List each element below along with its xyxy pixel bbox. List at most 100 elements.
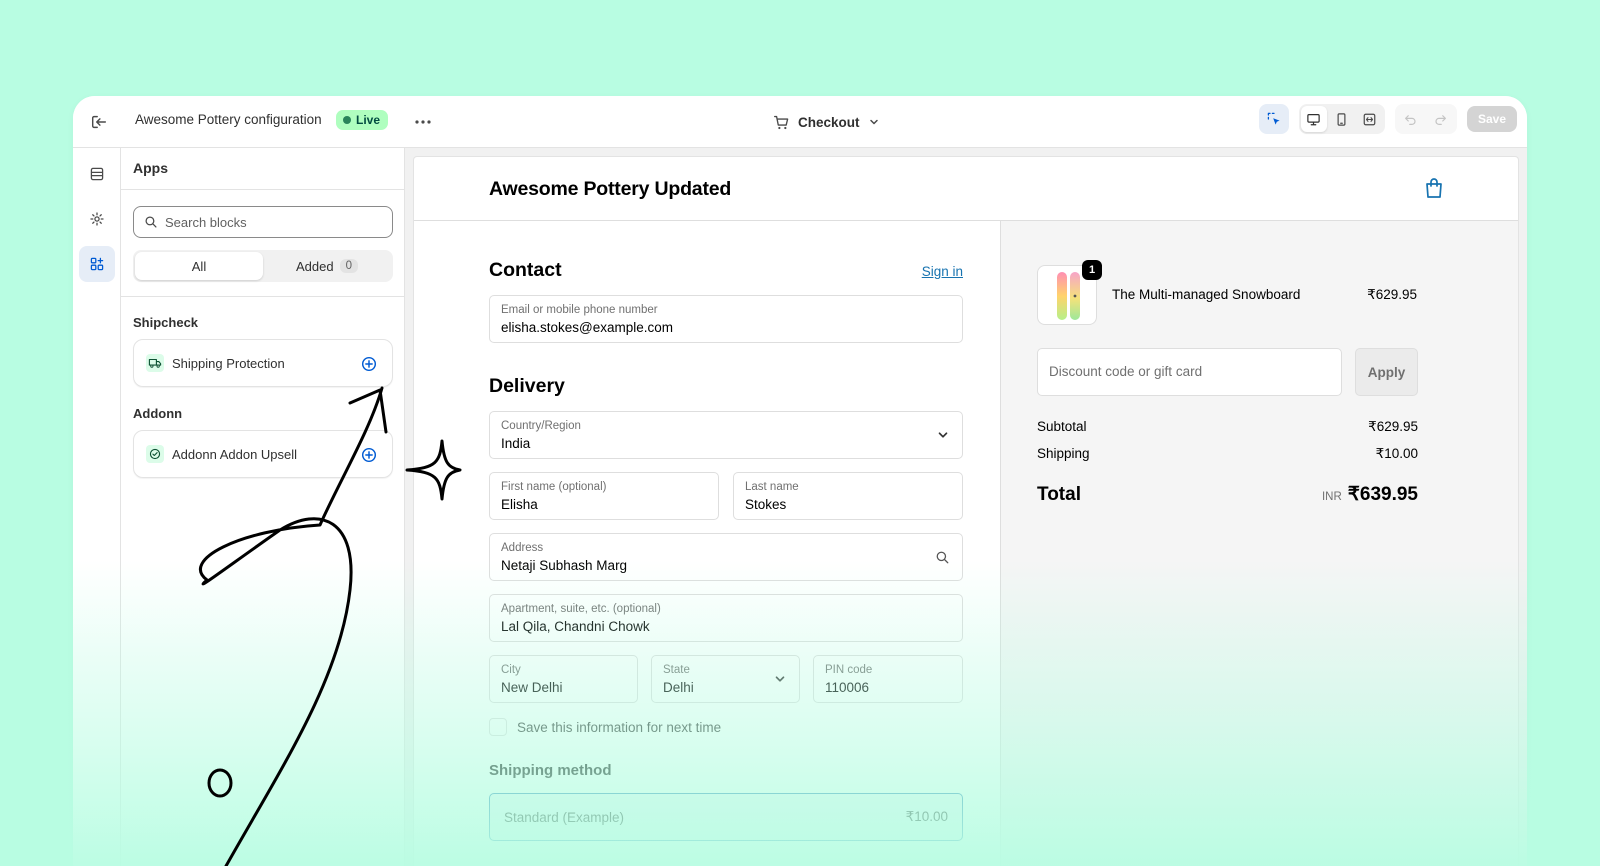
total-amount: ₹639.95 xyxy=(1347,484,1418,505)
state-select[interactable]: State Delhi xyxy=(651,655,800,703)
save-info-label: Save this information for next time xyxy=(517,719,722,735)
shipping-method-title: Shipping method xyxy=(489,762,612,779)
apply-button[interactable]: Apply xyxy=(1355,348,1418,396)
page-selector-label: Checkout xyxy=(798,114,860,130)
item-price: ₹629.95 xyxy=(1367,287,1417,302)
shipping-value: ₹10.00 xyxy=(1375,446,1418,461)
topbar-actions: Save xyxy=(1258,104,1517,134)
sections-icon[interactable] xyxy=(79,156,115,192)
item-name: The Multi-managed Snowboard xyxy=(1112,287,1301,302)
delivery-title: Delivery xyxy=(489,375,565,397)
sidebar-divider xyxy=(121,296,404,297)
apps-sidebar: Apps Search blocks All Added 0 Shipcheck… xyxy=(121,148,405,866)
first-name-field[interactable]: First name (optional) Elisha xyxy=(489,472,719,520)
added-count-badge: 0 xyxy=(339,259,358,273)
subtotal-value: ₹629.95 xyxy=(1368,419,1418,434)
cart-icon xyxy=(774,115,789,129)
search-icon xyxy=(145,216,157,228)
email-label: Email or mobile phone number xyxy=(501,304,658,316)
shop-name: Awesome Pottery Updated xyxy=(489,178,732,200)
save-info-row: Save this information for next time xyxy=(489,718,721,736)
address-label: Address xyxy=(501,542,544,554)
address-value: Netaji Subhash Marg xyxy=(501,558,628,573)
last-name-label: Last name xyxy=(745,481,799,493)
search-blocks-input[interactable]: Search blocks xyxy=(133,206,393,238)
search-icon xyxy=(936,551,949,564)
search-placeholder: Search blocks xyxy=(165,214,247,230)
country-select[interactable]: Country/Region India xyxy=(489,411,963,459)
tab-all[interactable]: All xyxy=(135,252,263,280)
total-label: Total xyxy=(1037,484,1081,505)
order-summary: 1 The Multi-managed Snowboard ₹629.95 Di… xyxy=(1000,221,1518,866)
pin-code-field[interactable]: PIN code 110006 xyxy=(813,655,963,703)
left-rail xyxy=(73,148,121,866)
city-field[interactable]: City New Delhi xyxy=(489,655,638,703)
currency-code: INR xyxy=(1321,491,1342,503)
city-value: New Delhi xyxy=(501,680,563,695)
email-field[interactable]: Email or mobile phone number elisha.stok… xyxy=(489,295,963,343)
check-badge-icon xyxy=(146,445,164,463)
pin-code-label: PIN code xyxy=(825,664,873,676)
total-row: Total INR ₹639.95 xyxy=(1037,483,1418,506)
mobile-icon[interactable] xyxy=(1329,106,1355,132)
settings-gear-icon[interactable] xyxy=(79,201,115,237)
app-block-addonn-upsell[interactable]: Addonn Addon Upsell xyxy=(133,430,393,478)
shipping-option-name: Standard (Example) xyxy=(504,809,625,825)
apps-icon[interactable] xyxy=(79,246,115,282)
save-info-checkbox[interactable] xyxy=(489,718,507,736)
sign-in-link[interactable]: Sign in xyxy=(922,264,963,279)
device-preview-group xyxy=(1298,104,1385,134)
subtotal-row: Subtotal ₹629.95 xyxy=(1037,419,1418,435)
state-value: Delhi xyxy=(663,680,694,695)
email-value: elisha.stokes@example.com xyxy=(501,320,674,335)
add-circle-icon[interactable] xyxy=(360,355,378,373)
address-field[interactable]: Address Netaji Subhash Marg xyxy=(489,533,963,581)
live-dot-icon xyxy=(343,116,351,124)
group-label-shipcheck: Shipcheck xyxy=(133,315,199,330)
product-thumbnail: 1 xyxy=(1037,260,1102,325)
more-actions-icon[interactable] xyxy=(411,110,435,134)
last-name-value: Stokes xyxy=(745,497,787,512)
last-name-field[interactable]: Last name Stokes xyxy=(733,472,963,520)
fullscreen-icon[interactable] xyxy=(1357,106,1383,132)
city-label: City xyxy=(501,664,521,676)
checkout-page: Awesome Pottery Updated Contact Sign in … xyxy=(413,156,1519,866)
undo-icon[interactable] xyxy=(1397,106,1425,132)
desktop-icon[interactable] xyxy=(1300,106,1327,132)
apartment-value: Lal Qila, Chandni Chowk xyxy=(501,619,650,634)
live-status-label: Live xyxy=(356,113,381,127)
first-name-value: Elisha xyxy=(501,497,538,512)
save-button[interactable]: Save xyxy=(1466,106,1517,132)
filter-segmented-control: All Added 0 xyxy=(133,250,393,282)
discount-code-input[interactable]: Discount code or gift card xyxy=(1037,348,1342,396)
tab-all-label: All xyxy=(191,258,207,274)
pin-code-value: 110006 xyxy=(825,680,870,695)
app-block-shipping-protection[interactable]: Shipping Protection xyxy=(133,339,393,387)
redo-icon[interactable] xyxy=(1427,106,1455,132)
shopping-bag-icon[interactable] xyxy=(1424,177,1444,199)
chevron-down-icon xyxy=(775,676,785,682)
group-label-addonn: Addonn xyxy=(133,406,183,421)
quantity-badge: 1 xyxy=(1082,260,1102,280)
shipping-option-price: ₹10.00 xyxy=(905,809,948,824)
first-name-label: First name (optional) xyxy=(501,481,607,493)
history-group xyxy=(1394,104,1457,134)
shipping-row: Shipping ₹10.00 xyxy=(1037,446,1418,462)
chevron-down-icon xyxy=(938,432,948,438)
add-circle-icon[interactable] xyxy=(360,446,378,464)
tab-added-label: Added xyxy=(296,258,334,274)
chevron-down-icon xyxy=(869,119,878,125)
checkout-header: Awesome Pottery Updated xyxy=(414,157,1518,221)
checkout-preview: Awesome Pottery Updated Contact Sign in … xyxy=(405,148,1527,866)
theme-title: Awesome Pottery configuration xyxy=(135,112,322,127)
inspector-toggle-icon[interactable] xyxy=(1258,104,1289,134)
exit-icon[interactable] xyxy=(87,110,111,134)
shipping-label: Shipping xyxy=(1037,446,1090,461)
apartment-field[interactable]: Apartment, suite, etc. (optional) Lal Qi… xyxy=(489,594,963,642)
country-value: India xyxy=(501,436,531,451)
tab-added[interactable]: Added 0 xyxy=(263,252,391,280)
contact-title: Contact xyxy=(489,259,562,281)
shipping-option-standard[interactable]: Standard (Example) ₹10.00 xyxy=(489,793,963,841)
app-name: Shipping Protection xyxy=(172,355,285,371)
page-selector[interactable]: Checkout xyxy=(773,110,880,134)
